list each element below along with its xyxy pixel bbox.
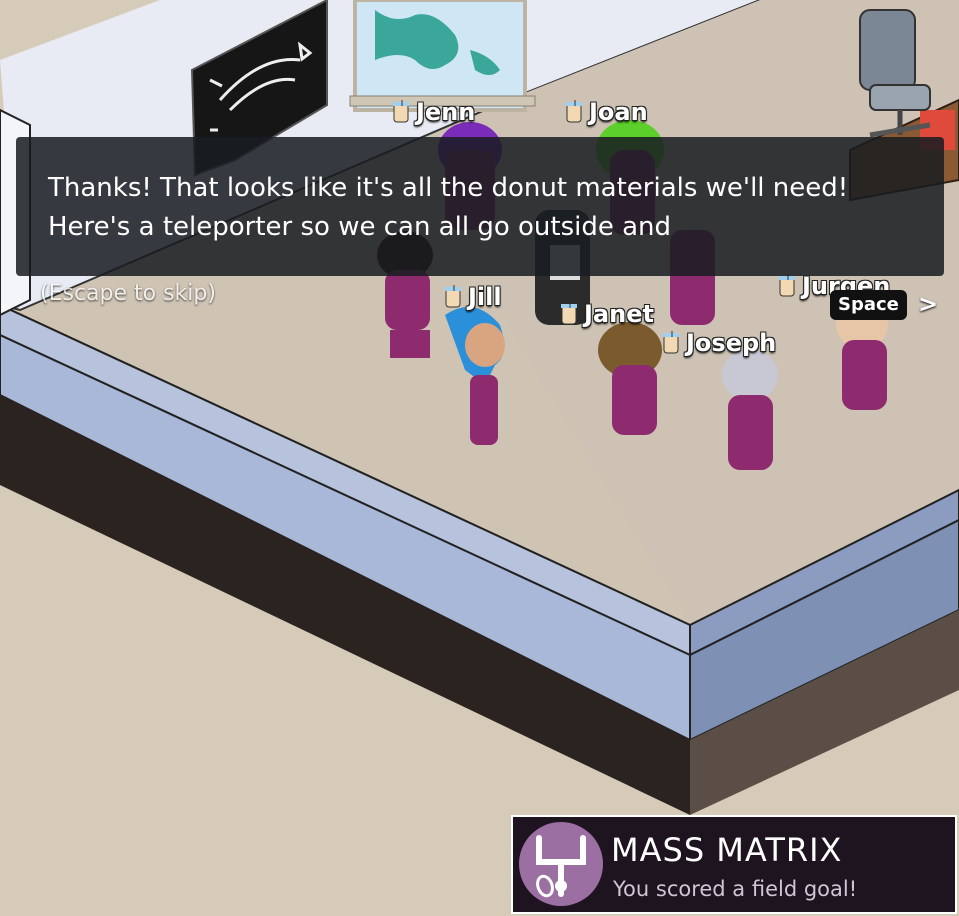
achievement-subtitle: You scored a field goal! — [613, 877, 858, 901]
goalpost-icon — [536, 835, 586, 898]
name-tag-joan: Joan — [565, 98, 648, 126]
boba-cup-icon — [561, 302, 577, 325]
boba-cup-icon — [779, 274, 795, 297]
name-label: Jenn — [416, 98, 476, 126]
boba-cup-icon — [393, 100, 409, 123]
achievement-badge — [519, 822, 603, 906]
boba-cup-icon — [445, 285, 461, 308]
name-tag-joseph: Joseph — [662, 329, 776, 357]
achievement-title: MASS MATRIX — [611, 831, 843, 869]
achievement-toast: MASS MATRIX You scored a field goal! — [511, 815, 957, 914]
name-tag-jill: Jill — [444, 283, 502, 311]
name-tag-janet: Janet — [560, 300, 654, 328]
space-continue-button[interactable]: Space — [830, 290, 907, 320]
boba-cup-icon — [663, 331, 679, 354]
name-label: Joseph — [686, 329, 777, 357]
name-label: Jill — [468, 283, 502, 311]
dialog-box[interactable]: Thanks! That looks like it's all the don… — [16, 137, 944, 276]
dialog-text: Thanks! That looks like it's all the don… — [48, 173, 849, 242]
name-tag-jenn: Jenn — [392, 98, 475, 126]
character-joseph[interactable] — [722, 349, 778, 470]
escape-skip-hint[interactable]: (Escape to skip) — [40, 281, 216, 306]
name-label: Joan — [589, 98, 648, 126]
continue-arrow-icon[interactable]: > — [918, 290, 938, 318]
boba-cup-icon — [566, 100, 582, 123]
name-label: Janet — [584, 300, 654, 328]
